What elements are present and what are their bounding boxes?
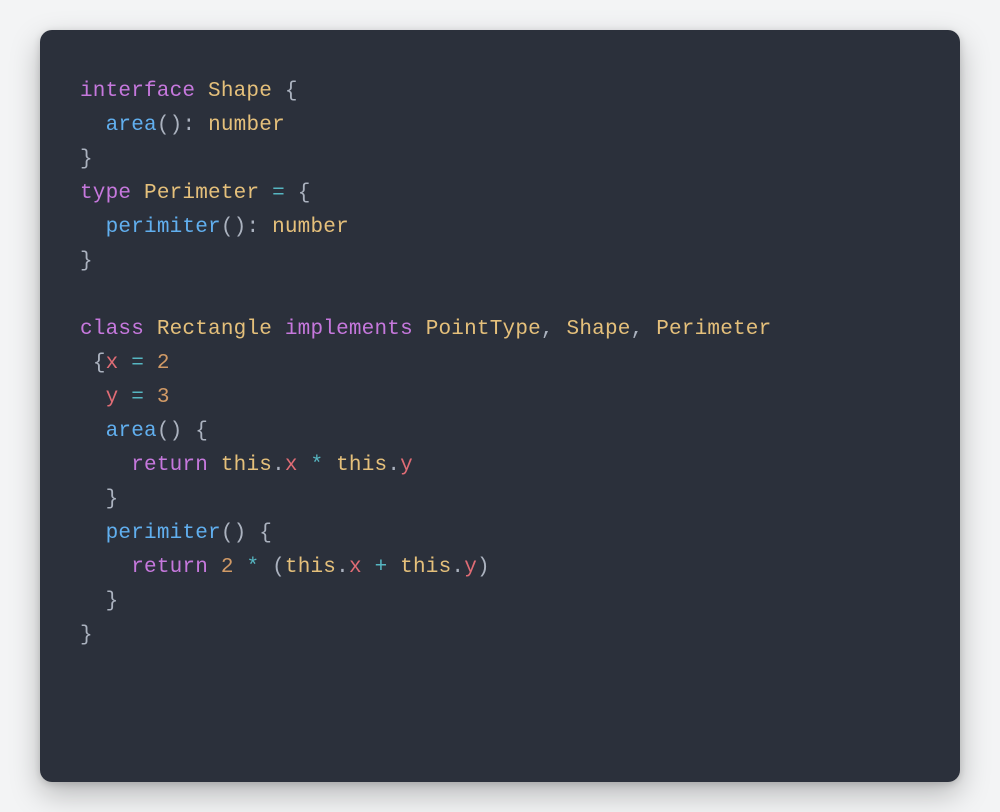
brace-close: } [106, 488, 119, 511]
paren-open: ( [272, 556, 285, 579]
brace-close: } [80, 624, 93, 647]
method-perimiter: perimiter [106, 216, 221, 239]
op-mul: * [246, 556, 259, 579]
keyword-this: this [221, 454, 272, 477]
keyword-class: class [80, 318, 144, 341]
number-3: 3 [157, 386, 170, 409]
keyword-this: this [400, 556, 451, 579]
code-snippet-card: interface Shape { area(): number } type … [40, 30, 960, 782]
number-2: 2 [157, 352, 170, 375]
prop-x: x [285, 454, 298, 477]
code-block: interface Shape { area(): number } type … [80, 75, 920, 653]
type-rectangle: Rectangle [157, 318, 272, 341]
colon: : [182, 114, 195, 137]
brace-open: { [259, 522, 272, 545]
type-number: number [272, 216, 349, 239]
keyword-this: this [336, 454, 387, 477]
op-mul: * [311, 454, 324, 477]
op-plus: + [375, 556, 388, 579]
dot: . [451, 556, 464, 579]
prop-y: y [464, 556, 477, 579]
keyword-interface: interface [80, 80, 195, 103]
prop-y: y [106, 386, 119, 409]
op-assign: = [131, 386, 144, 409]
type-pointtype: PointType [426, 318, 541, 341]
type-perimeter: Perimeter [144, 182, 259, 205]
brace-open: { [195, 420, 208, 443]
prop-x: x [349, 556, 362, 579]
colon: : [246, 216, 259, 239]
keyword-implements: implements [285, 318, 413, 341]
brace-close: } [80, 148, 93, 171]
keyword-return: return [131, 454, 208, 477]
keyword-type: type [80, 182, 131, 205]
brace-close: } [106, 590, 119, 613]
brace-close: } [80, 250, 93, 273]
type-shape: Shape [208, 80, 272, 103]
parens: () [157, 420, 183, 443]
method-area: area [106, 114, 157, 137]
keyword-return: return [131, 556, 208, 579]
dot: . [336, 556, 349, 579]
type-number: number [208, 114, 285, 137]
dot: . [387, 454, 400, 477]
brace-open: { [298, 182, 311, 205]
paren-close: ) [477, 556, 490, 579]
parens: () [221, 216, 247, 239]
brace-open: { [285, 80, 298, 103]
number-2: 2 [221, 556, 234, 579]
brace-open: { [93, 352, 106, 375]
comma: , [631, 318, 644, 341]
dot: . [272, 454, 285, 477]
method-area: area [106, 420, 157, 443]
type-shape: Shape [567, 318, 631, 341]
prop-y: y [400, 454, 413, 477]
type-perimeter: Perimeter [656, 318, 771, 341]
op-assign: = [272, 182, 285, 205]
method-perimiter: perimiter [106, 522, 221, 545]
parens: () [157, 114, 183, 137]
parens: () [221, 522, 247, 545]
comma: , [541, 318, 554, 341]
op-assign: = [131, 352, 144, 375]
keyword-this: this [285, 556, 336, 579]
prop-x: x [106, 352, 119, 375]
